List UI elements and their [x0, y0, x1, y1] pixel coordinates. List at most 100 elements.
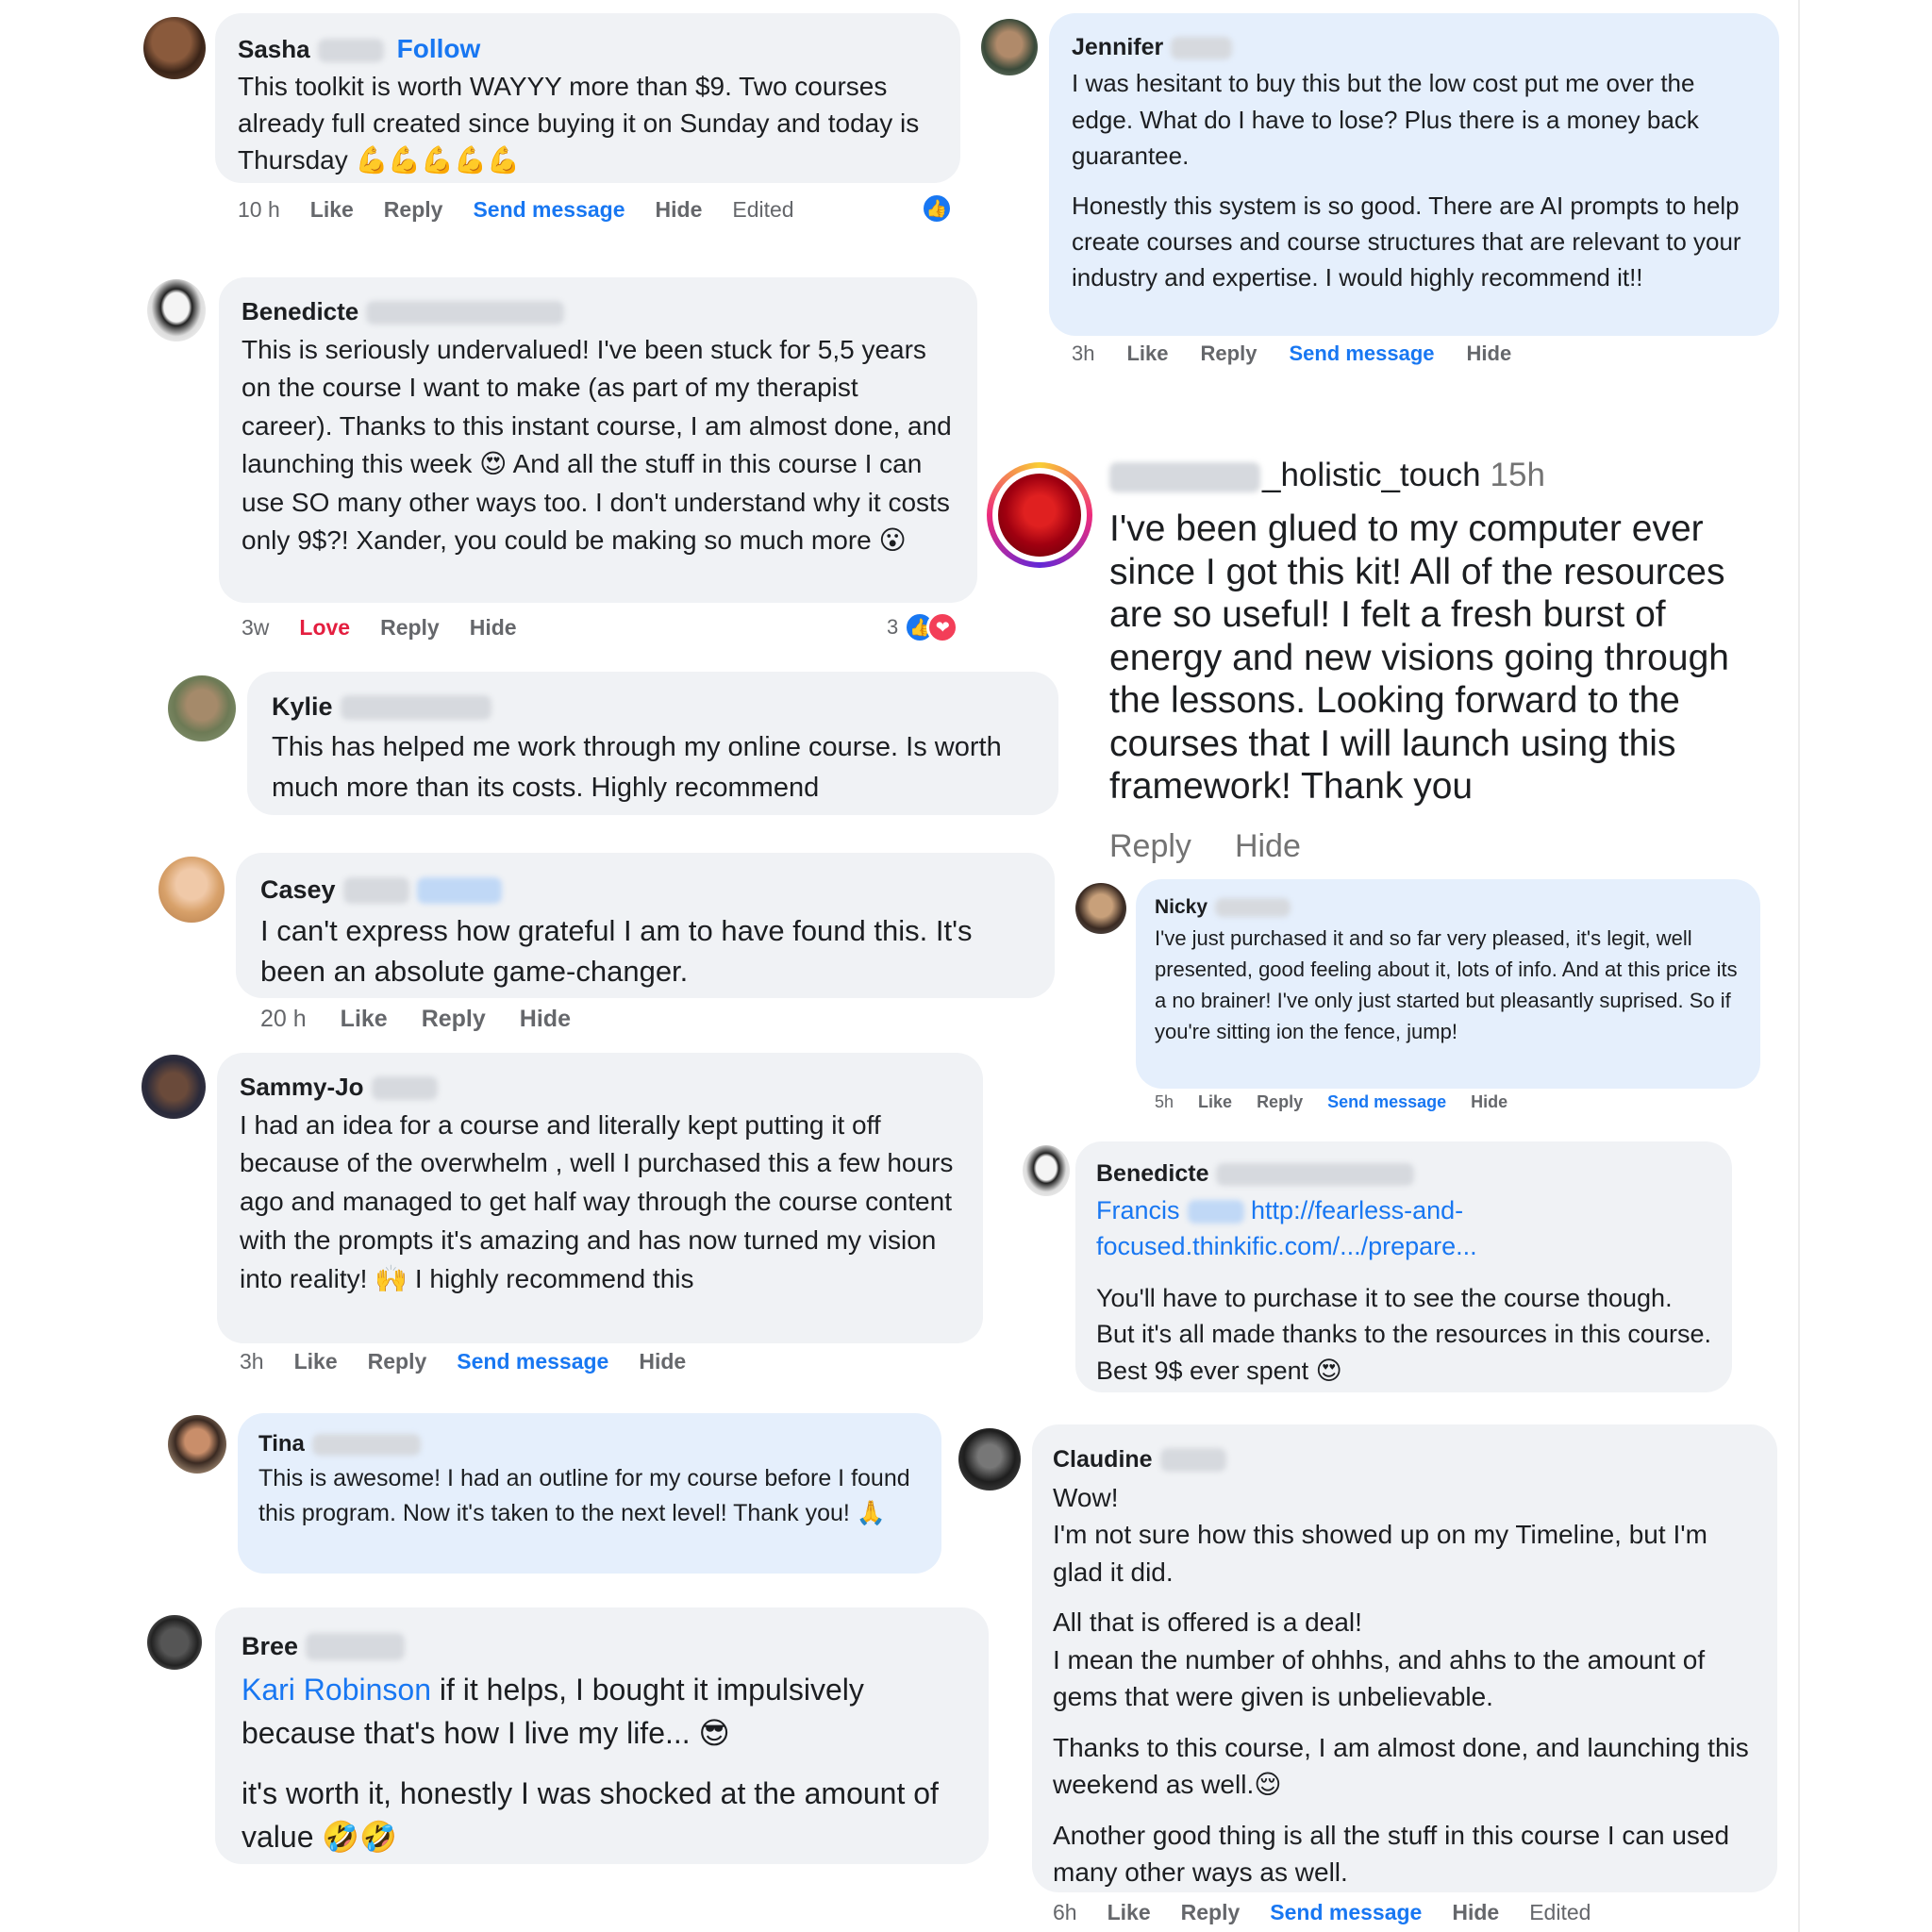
reaction-count: 3	[887, 615, 899, 639]
comment-bubble: Sammy-Jo I had an idea for a course and …	[217, 1053, 983, 1343]
hide-button[interactable]: Hide	[470, 615, 517, 641]
comment-bubble: Claudine Wow! I'm not sure how this showe…	[1032, 1424, 1777, 1892]
comment-text: I've been glued to my computer ever sinc…	[1109, 508, 1729, 807]
author-name[interactable]: Claudine	[1053, 1441, 1153, 1479]
like-button[interactable]: Like	[310, 197, 354, 223]
author-name[interactable]: Bree	[242, 1624, 298, 1668]
blurred-surname	[306, 1633, 406, 1660]
comment-actions: Reply Hide	[1109, 828, 1301, 865]
comment-text: This has helped me work through my onlin…	[272, 732, 1002, 803]
blurred-surname	[340, 695, 491, 721]
avatar[interactable]	[958, 1428, 1021, 1491]
avatar[interactable]	[158, 857, 225, 923]
comment-actions: 5h Like Reply Send message Hide	[1155, 1092, 1507, 1112]
timestamp[interactable]: 15h	[1491, 457, 1545, 493]
author-name[interactable]: Sasha	[238, 31, 310, 68]
follow-button[interactable]: Follow	[397, 34, 481, 63]
reply-button[interactable]: Reply	[422, 1006, 486, 1033]
page-edge-line	[1798, 0, 1800, 1932]
timestamp[interactable]: 3h	[240, 1349, 264, 1374]
like-button[interactable]: Like	[1126, 341, 1168, 366]
timestamp[interactable]: 3h	[1072, 341, 1094, 366]
timestamp[interactable]: 10 h	[238, 197, 280, 223]
avatar[interactable]	[1023, 1145, 1070, 1196]
mention-link[interactable]: Francis	[1096, 1196, 1180, 1224]
comment-text: I was hesitant to buy this but the low c…	[1072, 69, 1699, 171]
comment-header: _holistic_touch 15h	[1109, 457, 1545, 494]
mention-link[interactable]: Kari Robinson	[242, 1673, 431, 1707]
like-button[interactable]: Like	[1108, 1900, 1151, 1925]
comment-text: You'll have to purchase it to see the co…	[1096, 1283, 1711, 1385]
reply-button[interactable]: Reply	[1201, 341, 1257, 366]
like-button[interactable]: Like	[294, 1349, 338, 1374]
hide-button[interactable]: Hide	[1467, 341, 1512, 366]
hide-button[interactable]: Hide	[639, 1349, 686, 1374]
edited-label: Edited	[1529, 1900, 1591, 1924]
reply-button[interactable]: Reply	[368, 1349, 427, 1374]
comment-text: I had an idea for a course and literally…	[240, 1109, 954, 1293]
timestamp[interactable]: 20 h	[260, 1006, 307, 1033]
hide-button[interactable]: Hide	[1471, 1092, 1507, 1112]
avatar[interactable]	[168, 1415, 226, 1474]
reply-button[interactable]: Reply	[1109, 828, 1191, 865]
avatar[interactable]	[1075, 883, 1126, 934]
comment-text: Honestly this system is so good. There a…	[1072, 191, 1741, 292]
timestamp[interactable]: 3w	[242, 615, 269, 641]
hide-button[interactable]: Hide	[1235, 828, 1301, 865]
avatar[interactable]	[147, 279, 206, 341]
author-name[interactable]: Casey	[260, 870, 336, 910]
comment-text: it's worth it, honestly I was shocked at…	[242, 1776, 939, 1854]
author-name[interactable]: Kylie	[272, 687, 333, 727]
comment-text: Another good thing is all the stuff in t…	[1053, 1820, 1730, 1888]
url-link[interactable]: http://fearless-and-	[1251, 1196, 1463, 1224]
avatar[interactable]	[147, 1615, 202, 1670]
avatar[interactable]	[142, 1055, 206, 1119]
timestamp[interactable]: 5h	[1155, 1092, 1174, 1112]
url-link[interactable]: focused.thinkific.com/.../prepare...	[1096, 1232, 1477, 1260]
comment-actions: 3w Love Reply Hide	[242, 615, 517, 641]
send-message-button[interactable]: Send message	[457, 1349, 608, 1374]
blurred-surname	[366, 301, 565, 325]
author-name[interactable]: Benedicte	[1096, 1156, 1208, 1192]
comment-bubble: Benedicte This is seriously undervalued!…	[219, 277, 977, 603]
author-name[interactable]: Nicky	[1155, 891, 1208, 923]
reply-button[interactable]: Reply	[384, 197, 443, 223]
send-message-button[interactable]: Send message	[473, 197, 625, 223]
reply-button[interactable]: Reply	[380, 615, 440, 641]
comment-text: Wow! I'm not sure how this showed up on m…	[1053, 1482, 1707, 1587]
blurred-mention-surname	[1187, 1200, 1244, 1224]
comment-bubble: Benedicte Francis http://fearless-and-fo…	[1075, 1141, 1732, 1392]
reply-button[interactable]: Reply	[1257, 1092, 1303, 1112]
author-name[interactable]: Tina	[258, 1426, 305, 1461]
comment-text: All that is offered is a deal! I mean the…	[1053, 1607, 1706, 1711]
send-message-button[interactable]: Send message	[1270, 1900, 1422, 1925]
comment-text: Kari Robinson if it helps, I bought it i…	[242, 1673, 864, 1750]
blurred-surname	[1216, 1162, 1415, 1187]
reaction-summary[interactable]: 3 👍 ❤	[887, 611, 959, 643]
avatar[interactable]	[168, 675, 236, 741]
hide-button[interactable]: Hide	[656, 197, 703, 223]
timestamp[interactable]: 6h	[1053, 1900, 1077, 1925]
thumbs-up-icon: 👍	[921, 192, 953, 225]
author-name[interactable]: Benedicte	[242, 292, 358, 331]
comment-link-text: Francis http://fearless-and-focused.thin…	[1096, 1192, 1711, 1265]
author-name[interactable]: _holistic_touch	[1262, 457, 1481, 493]
heart-icon: ❤	[926, 611, 959, 643]
author-name[interactable]: Sammy-Jo	[240, 1068, 364, 1107]
like-button[interactable]: Like	[1198, 1092, 1232, 1112]
hide-button[interactable]: Hide	[520, 1006, 571, 1033]
avatar[interactable]	[143, 17, 206, 79]
avatar[interactable]	[981, 19, 1038, 75]
like-button[interactable]: Like	[341, 1006, 388, 1033]
blurred-follow	[416, 876, 502, 904]
reply-button[interactable]: Reply	[1181, 1900, 1241, 1925]
reaction-summary[interactable]: 👍	[921, 192, 953, 225]
love-reaction-button[interactable]: Love	[299, 615, 350, 641]
comment-bubble: Sasha Follow This toolkit is worth WAYYY …	[215, 13, 960, 183]
send-message-button[interactable]: Send message	[1327, 1092, 1446, 1112]
author-name[interactable]: Jennifer	[1072, 29, 1163, 65]
hide-button[interactable]: Hide	[1452, 1900, 1499, 1925]
avatar[interactable]	[987, 462, 1092, 568]
comment-text: I've just purchased it and so far very p…	[1155, 926, 1738, 1043]
send-message-button[interactable]: Send message	[1289, 341, 1434, 366]
